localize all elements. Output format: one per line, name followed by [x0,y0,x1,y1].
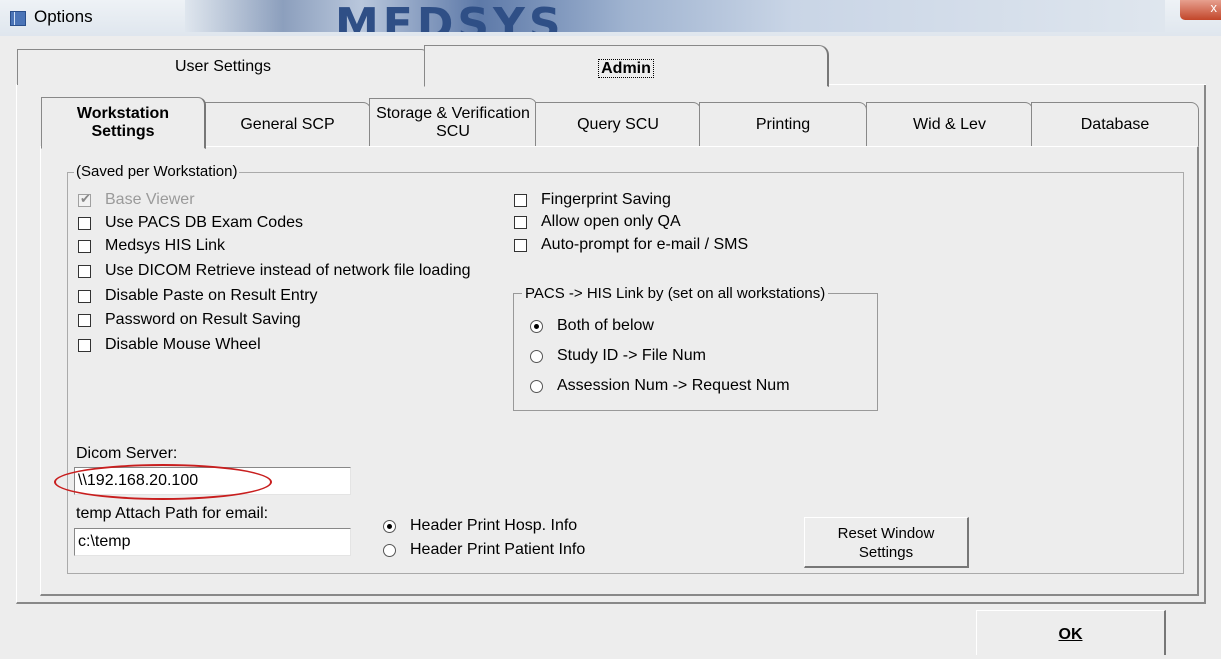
checkbox-disable-mouse-wheel[interactable]: Disable Mouse Wheel [78,336,261,354]
radio-header-print-patient-info[interactable]: Header Print Patient Info [383,541,585,559]
checkbox-label: Base Viewer [105,191,195,208]
checkbox-disable-paste[interactable]: Disable Paste on Result Entry [78,287,318,305]
checkmark-icon: ✔ [80,190,91,206]
radio-label: Assession Num -> Request Num [557,377,790,394]
checkbox-box [514,238,527,252]
radio-dot [530,349,543,363]
dicom-server-label: Dicom Server: [76,445,178,462]
temp-attach-path-label: temp Attach Path for email: [76,505,269,522]
checkbox-base-viewer[interactable]: ✔ Base Viewer [78,191,195,209]
checkbox-label: Use PACS DB Exam Codes [105,214,303,231]
radio-label: Both of below [557,317,654,334]
checkbox-fingerprint-saving[interactable]: Fingerprint Saving [514,191,671,209]
checkbox-box [78,338,91,352]
checkbox-medsys-his-link[interactable]: Medsys HIS Link [78,237,225,255]
tab-database[interactable]: Database [1031,102,1199,146]
radio-header-print-hosp-info[interactable]: Header Print Hosp. Info [383,517,577,535]
window-title: Options [34,7,93,26]
checkbox-label: Password on Result Saving [105,311,301,328]
tab-storage-verification-scu[interactable]: Storage & Verification SCU [369,98,537,146]
tab-workstation-line1: Workstation [76,105,170,122]
reset-button-line2: Settings [858,544,914,561]
radio-dot [383,543,396,557]
ok-button-label: OK [1058,626,1083,643]
radio-label: Header Print Hosp. Info [410,517,578,534]
checkbox-box [514,193,527,207]
checkbox-box [78,313,91,327]
checkbox-label: Auto-prompt for e-mail / SMS [541,236,749,253]
tab-admin-label: Admin [598,59,654,78]
tab-printing[interactable]: Printing [699,102,867,146]
checkbox-label: Disable Paste on Result Entry [105,287,318,304]
radio-label: Header Print Patient Info [410,541,586,558]
checkbox-use-dicom-retrieve[interactable]: Use DICOM Retrieve instead of network fi… [78,262,471,280]
checkbox-label: Allow open only QA [541,213,681,230]
ok-button[interactable]: OK [976,610,1166,655]
radio-dot [383,519,396,533]
tab-storage-line2: SCU [436,122,470,140]
checkbox-box: ✔ [78,190,91,207]
tab-admin[interactable]: Admin [424,45,829,87]
banner-image: MEDSYS [185,0,1165,32]
tab-user-settings[interactable]: User Settings [17,49,429,85]
tab-query-scu[interactable]: Query SCU [535,102,701,146]
radio-dot [530,319,543,333]
checkbox-auto-prompt-email-sms[interactable]: Auto-prompt for e-mail / SMS [514,236,748,254]
checkbox-password-on-saving[interactable]: Password on Result Saving [78,311,301,329]
tab-workstation-settings[interactable]: Workstation Settings [41,97,206,149]
radio-study-id-file-num[interactable]: Study ID -> File Num [530,347,706,365]
checkbox-label: Medsys HIS Link [105,237,226,254]
tab-strip-edge [829,84,1206,85]
radio-both-of-below[interactable]: Both of below [530,317,654,335]
reset-window-settings-button[interactable]: Reset Window Settings [804,517,969,568]
checkbox-allow-open-only-qa[interactable]: Allow open only QA [514,213,681,231]
tab-workstation-line2: Settings [91,123,155,140]
checkbox-use-pacs-db-exam-codes[interactable]: Use PACS DB Exam Codes [78,214,303,232]
checkbox-box [514,215,527,229]
checkbox-box [78,216,91,230]
checkbox-box [78,239,91,253]
temp-attach-path-input[interactable]: c:\temp [74,528,351,556]
radio-label: Study ID -> File Num [557,347,706,364]
pacs-his-link-label: PACS -> HIS Link by (set on all workstat… [522,285,829,302]
tab-wid-lev[interactable]: Wid & Lev [866,102,1033,146]
tab-general-scp[interactable]: General SCP [204,102,371,146]
checkbox-box [78,264,91,278]
group-label: (Saved per Workstation) [74,163,240,180]
checkbox-label: Fingerprint Saving [541,191,671,208]
annotation-ellipse [54,464,272,500]
checkbox-label: Use DICOM Retrieve instead of network fi… [105,262,471,279]
radio-assession-request-num[interactable]: Assession Num -> Request Num [530,377,790,395]
app-icon [10,11,26,26]
banner-brand-text: MEDSYS [335,0,565,33]
checkbox-box [78,289,91,303]
checkbox-label: Disable Mouse Wheel [105,336,261,353]
radio-dot [530,379,543,393]
reset-button-line1: Reset Window [837,525,935,542]
tab-storage-line1: Storage & Verification [376,104,530,122]
close-button[interactable]: x [1180,0,1221,20]
